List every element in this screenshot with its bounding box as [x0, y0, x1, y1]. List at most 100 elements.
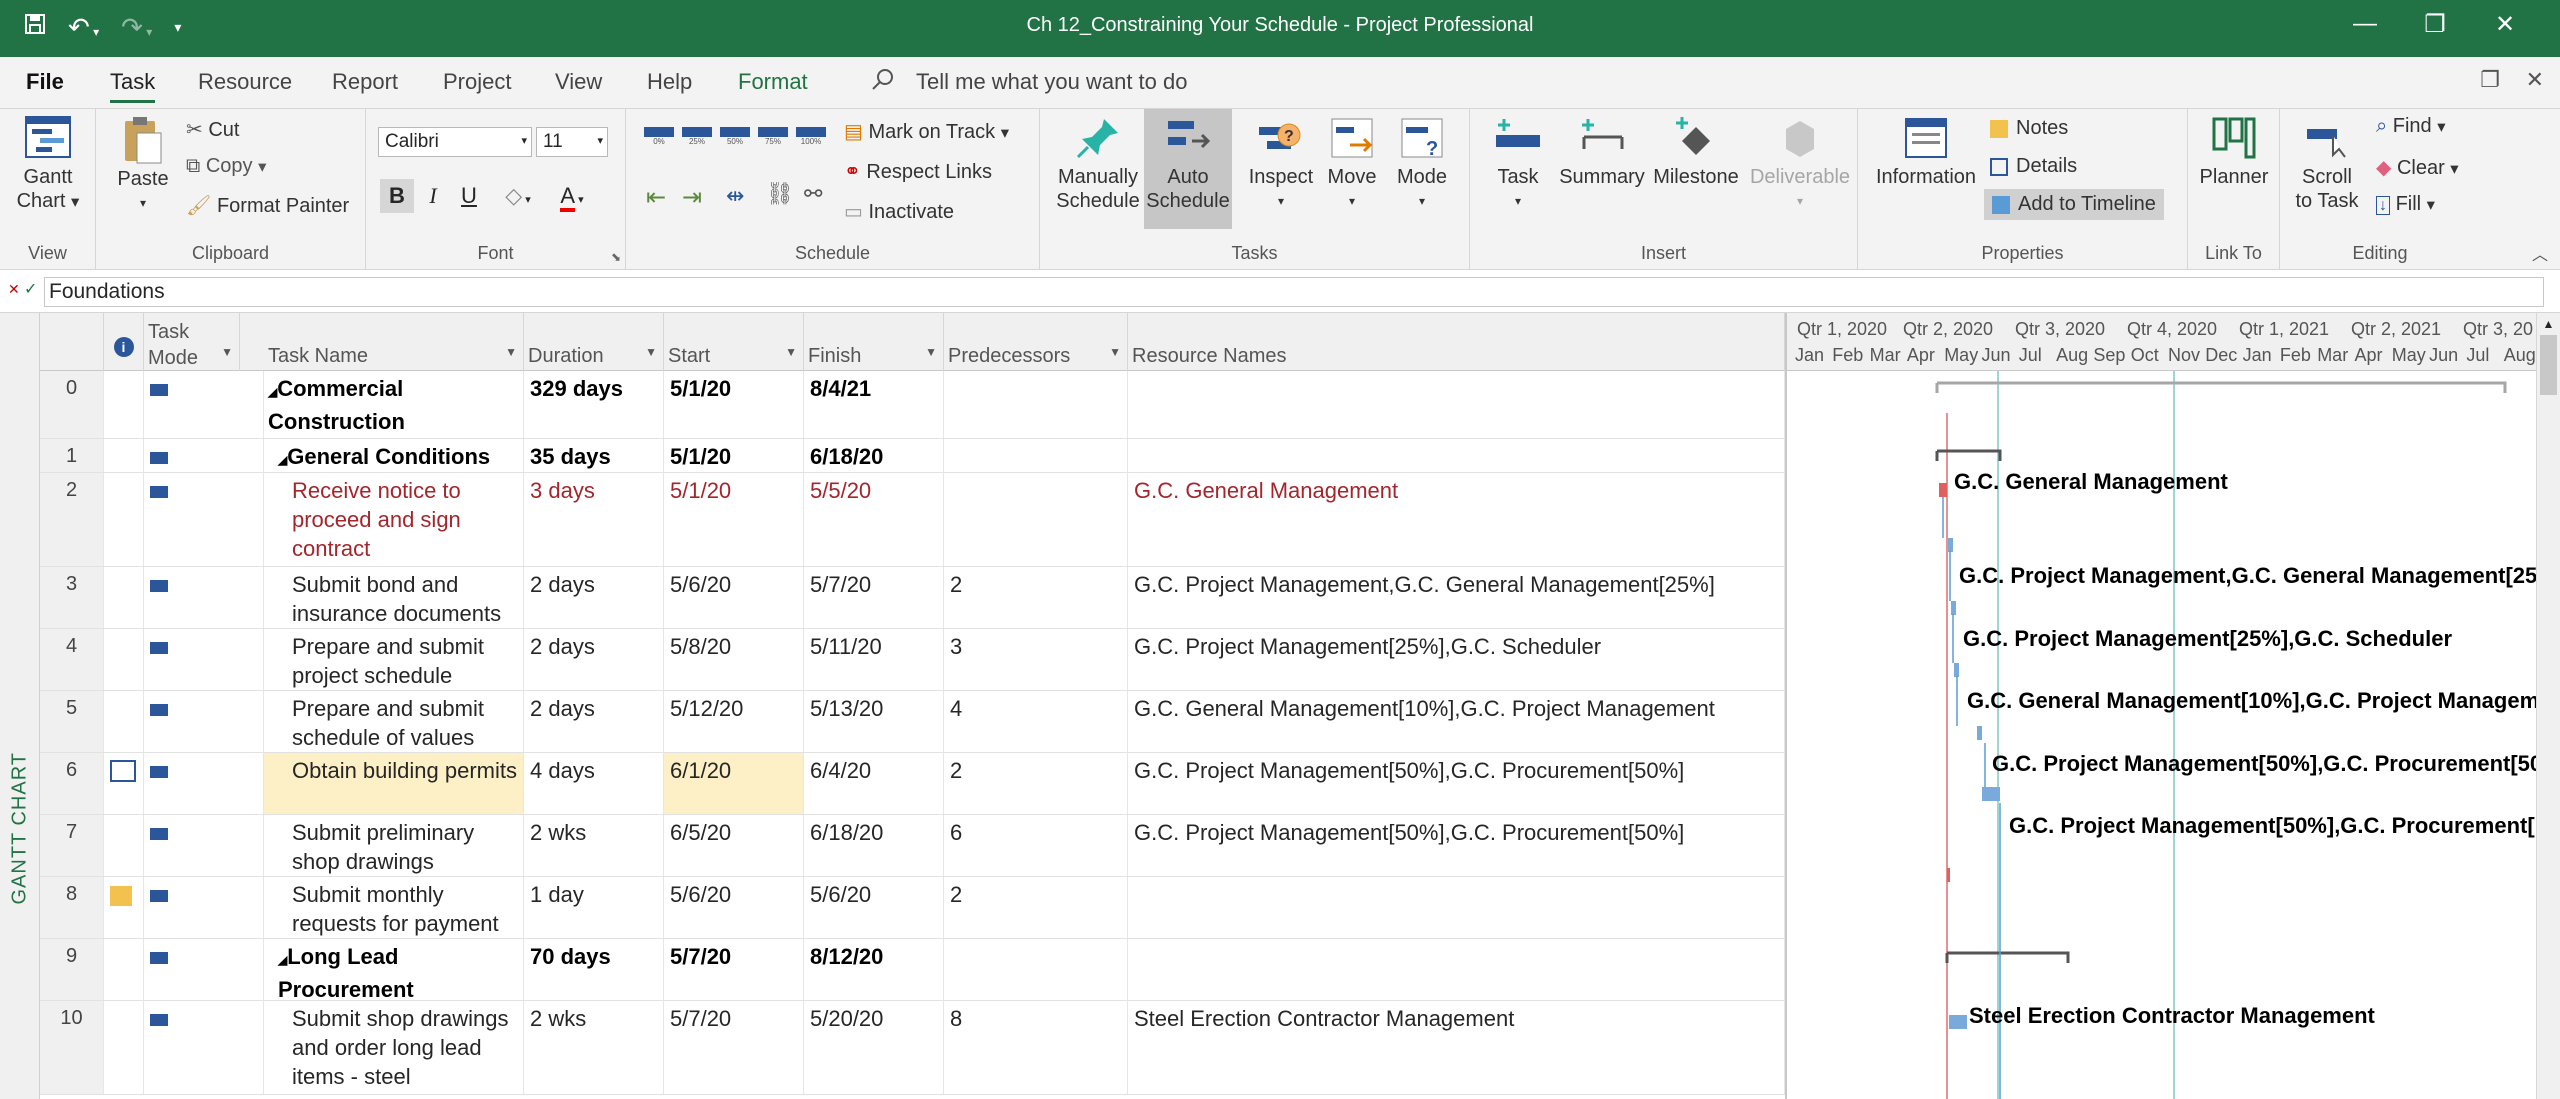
duration-cell[interactable]: 2 wks: [524, 815, 664, 876]
predecessors-cell[interactable]: 2: [944, 567, 1128, 628]
scroll-up-icon[interactable]: ▲: [2537, 317, 2560, 331]
ribbon-restore-icon[interactable]: ❐: [2480, 67, 2500, 93]
table-row[interactable]: 5 Prepare and submit schedule of values 2 …: [40, 691, 1785, 753]
percent-100-button[interactable]: 100%: [796, 127, 826, 146]
finish-cell[interactable]: 8/4/21: [804, 371, 944, 438]
underline-button[interactable]: U: [452, 179, 486, 213]
predecessors-cell[interactable]: [944, 439, 1128, 472]
tab-view[interactable]: View: [555, 69, 602, 95]
task-name-cell[interactable]: Submit shop drawings and order long lead…: [264, 1001, 524, 1094]
resource-names-cell[interactable]: [1128, 371, 1785, 438]
insert-task-button[interactable]: Task ▾: [1486, 115, 1550, 213]
task-mode-cell[interactable]: [144, 1001, 264, 1094]
duration-cell[interactable]: 3 days: [524, 473, 664, 566]
row-id[interactable]: 5: [40, 691, 104, 752]
row-id[interactable]: 9: [40, 939, 104, 1000]
task-mode-cell[interactable]: [144, 567, 264, 628]
row-id[interactable]: 7: [40, 815, 104, 876]
resource-names-cell[interactable]: [1128, 439, 1785, 472]
paste-button[interactable]: Paste ▾: [108, 115, 178, 215]
start-cell[interactable]: 5/7/20: [664, 939, 804, 1000]
start-cell[interactable]: 5/6/20: [664, 877, 804, 938]
header-duration[interactable]: Duration ▼: [524, 313, 664, 371]
header-task-name[interactable]: Task Name ▼: [264, 313, 524, 371]
font-family-select[interactable]: Calibri ▾: [378, 127, 532, 157]
task-name-cell[interactable]: Prepare and submit schedule of values: [264, 691, 524, 752]
inspect-button[interactable]: ? Inspect ▾: [1246, 115, 1316, 213]
duration-cell[interactable]: 2 days: [524, 629, 664, 690]
italic-button[interactable]: I: [416, 179, 450, 213]
predecessors-cell[interactable]: [944, 939, 1128, 1000]
duration-cell[interactable]: 35 days: [524, 439, 664, 472]
finish-cell[interactable]: 5/5/20: [804, 473, 944, 566]
resource-names-cell[interactable]: G.C. Project Management[50%],G.C. Procur…: [1128, 753, 1785, 814]
details-button[interactable]: Details: [1990, 155, 2077, 178]
duration-cell[interactable]: 2 days: [524, 567, 664, 628]
resource-names-cell[interactable]: G.C. General Management[10%],G.C. Projec…: [1128, 691, 1785, 752]
predecessors-cell[interactable]: [944, 371, 1128, 438]
dialog-launcher-icon[interactable]: ⬊: [611, 250, 621, 264]
confirm-entry-icon[interactable]: ✓: [24, 279, 37, 299]
task-mode-cell[interactable]: [144, 753, 264, 814]
finish-cell[interactable]: 8/12/20: [804, 939, 944, 1000]
font-color-button[interactable]: A ▾: [550, 179, 594, 213]
move-button[interactable]: Move ▾: [1320, 115, 1384, 213]
resource-names-cell[interactable]: [1128, 877, 1785, 938]
task-mode-cell[interactable]: [144, 877, 264, 938]
start-cell[interactable]: 5/7/20: [664, 1001, 804, 1094]
close-icon[interactable]: ✕: [2470, 10, 2540, 39]
tab-task[interactable]: Task: [110, 69, 156, 103]
row-id[interactable]: 4: [40, 629, 104, 690]
resource-names-cell[interactable]: G.C. Project Management[25%],G.C. Schedu…: [1128, 629, 1785, 690]
start-cell[interactable]: 5/6/20: [664, 567, 804, 628]
auto-schedule-button[interactable]: Auto Schedule: [1144, 109, 1232, 229]
predecessors-cell[interactable]: 2: [944, 753, 1128, 814]
task-name-cell[interactable]: Receive notice to proceed and sign contr…: [264, 473, 524, 566]
row-id[interactable]: 2: [40, 473, 104, 566]
row-id[interactable]: 1: [40, 439, 104, 472]
task-mode-cell[interactable]: [144, 629, 264, 690]
start-cell[interactable]: 6/5/20: [664, 815, 804, 876]
collapse-icon[interactable]: ◢: [278, 453, 287, 467]
task-mode-cell[interactable]: [144, 815, 264, 876]
row-id[interactable]: 10: [40, 1001, 104, 1094]
link-tasks-icon[interactable]: ⛓: [766, 181, 794, 207]
scroll-to-task-button[interactable]: Scroll to Task: [2284, 115, 2370, 213]
finish-cell[interactable]: 5/6/20: [804, 877, 944, 938]
task-name-cell[interactable]: Submit bond and insurance documents: [264, 567, 524, 628]
vertical-scrollbar[interactable]: ▲: [2536, 313, 2560, 1099]
font-size-select[interactable]: 11 ▾: [536, 127, 608, 157]
duration-cell[interactable]: 2 wks: [524, 1001, 664, 1094]
planner-button[interactable]: Planner: [2196, 115, 2272, 189]
task-mode-cell[interactable]: [144, 473, 264, 566]
collapse-ribbon-icon[interactable]: ︿: [2532, 241, 2548, 265]
tell-me-box[interactable]: Tell me what you want to do: [916, 69, 1187, 95]
header-resource-names[interactable]: Resource Names: [1128, 313, 1785, 371]
table-row[interactable]: 9 ◢Long Lead Procurement 70 days 5/7/20 8/12…: [40, 939, 1785, 1001]
task-name-cell[interactable]: Submit preliminary shop drawings: [264, 815, 524, 876]
percent-0-button[interactable]: 0%: [644, 127, 674, 146]
table-row[interactable]: 8 Submit monthly requests for payment 1 da…: [40, 877, 1785, 939]
header-indicators[interactable]: i: [104, 313, 144, 371]
duration-cell[interactable]: 70 days: [524, 939, 664, 1000]
insert-summary-button[interactable]: Summary: [1554, 115, 1650, 189]
entry-field[interactable]: Foundations: [44, 277, 2544, 307]
task-mode-cell[interactable]: [144, 371, 264, 438]
information-button[interactable]: Information: [1870, 115, 1982, 189]
ribbon-close-icon[interactable]: ✕: [2526, 67, 2544, 93]
table-row[interactable]: 6 Obtain building permits 4 days 6/1/20 6/4/…: [40, 753, 1785, 815]
task-mode-cell[interactable]: [144, 691, 264, 752]
bold-button[interactable]: B: [380, 179, 414, 213]
finish-cell[interactable]: 5/7/20: [804, 567, 944, 628]
start-cell[interactable]: 6/1/20: [664, 753, 804, 814]
format-painter-button[interactable]: 🖌︎ Format Painter: [186, 193, 349, 218]
finish-cell[interactable]: 6/18/20: [804, 439, 944, 472]
resource-names-cell[interactable]: [1128, 939, 1785, 1000]
duration-cell[interactable]: 329 days: [524, 371, 664, 438]
tab-resource[interactable]: Resource: [198, 69, 292, 95]
table-row[interactable]: 7 Submit preliminary shop drawings 2 wks 6/…: [40, 815, 1785, 877]
predecessors-cell[interactable]: 6: [944, 815, 1128, 876]
outdent-icon[interactable]: ⇤: [646, 183, 666, 212]
indent-icon[interactable]: ⇥: [682, 183, 702, 212]
row-id[interactable]: 3: [40, 567, 104, 628]
